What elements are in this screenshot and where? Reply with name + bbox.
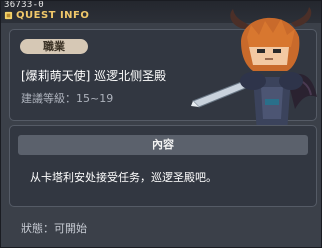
quest-info-window: 36733-0 QUEST INFO 職業 [爆莉萌天使] 巡逻北侧圣殿 建議等… xyxy=(0,0,322,248)
window-title: QUEST INFO xyxy=(16,10,90,21)
recommended-level: 建議等級：15~19 xyxy=(21,90,113,106)
content-description: 从卡塔利安处接受任务，巡逻圣殿吧。 xyxy=(30,171,217,184)
recommended-level-value: 15~19 xyxy=(76,92,114,105)
quest-content-panel: 內容 从卡塔利安处接受任务，巡逻圣殿吧。 xyxy=(9,125,317,207)
content-section-header: 內容 xyxy=(18,135,308,155)
job-badge: 職業 xyxy=(20,39,88,54)
status-label: 狀態： xyxy=(21,222,54,235)
quest-name: [爆莉萌天使] 巡逻北侧圣殿 xyxy=(21,69,167,83)
status-value: 可開始 xyxy=(54,222,87,235)
quest-id: 36733-0 xyxy=(4,0,45,10)
quest-marker-icon xyxy=(4,11,13,20)
recommended-level-label: 建議等級： xyxy=(21,92,76,105)
quest-status: 狀態：可開始 xyxy=(21,220,87,236)
